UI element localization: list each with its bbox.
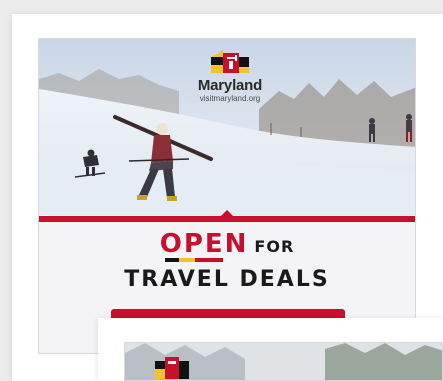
maryland-flag-icon bbox=[211, 49, 249, 73]
ad-creative-secondary[interactable] bbox=[124, 342, 443, 381]
ad-headline: OPEN FOR TRAVEL DEALS bbox=[39, 229, 415, 292]
brand-url: visitmaryland.org bbox=[199, 94, 261, 103]
ad-creative-main[interactable]: Maryland visitmaryland.org OPEN FOR TRAVE… bbox=[38, 38, 416, 354]
maryland-logo: Maryland visitmaryland.org bbox=[189, 47, 271, 113]
headline-open: OPEN bbox=[159, 229, 249, 259]
brand-name: Maryland bbox=[197, 77, 263, 94]
flag-underline bbox=[165, 258, 223, 262]
headline-travel-deals: TRAVEL DEALS bbox=[124, 267, 330, 292]
divider-notch bbox=[220, 210, 234, 217]
headline-for: FOR bbox=[254, 237, 295, 256]
secondary-snowy-trees-photo bbox=[125, 343, 442, 380]
